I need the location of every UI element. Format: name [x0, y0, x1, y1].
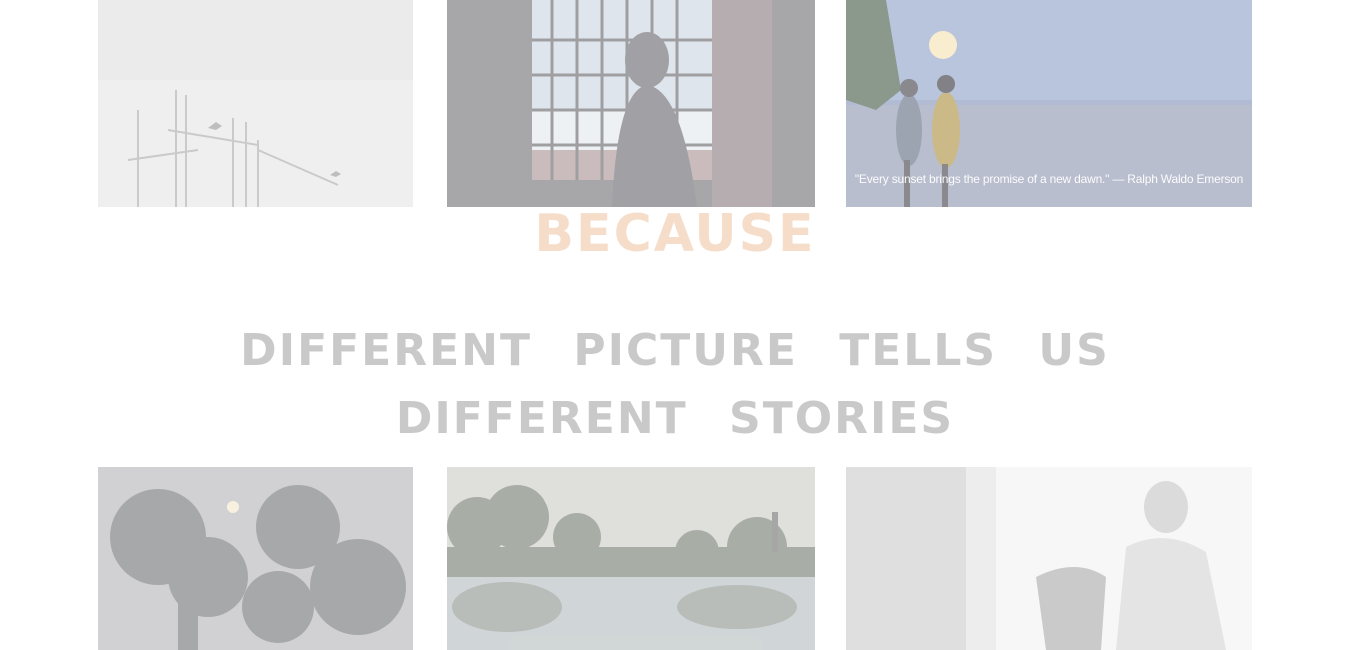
gallery-photo-bench[interactable]	[846, 467, 1252, 650]
tagline-line-1: DIFFERENT PICTURE TELLS US	[240, 325, 1110, 376]
gallery-photo-sunset[interactable]: "Every sunset brings the promise of a ne…	[846, 0, 1252, 207]
gallery-photo-birds[interactable]	[98, 0, 413, 207]
photo-overlay	[447, 467, 815, 650]
gallery-photo-tree[interactable]	[98, 467, 413, 650]
photo-overlay	[846, 467, 1252, 650]
photo-overlay	[98, 467, 413, 650]
because-heading: BECAUSE	[534, 204, 816, 264]
photo-overlay	[447, 0, 815, 207]
photo-overlay	[98, 0, 413, 207]
sunset-quote-caption: "Every sunset brings the promise of a ne…	[854, 172, 1244, 186]
tagline-line-2: DIFFERENT STORIES	[395, 393, 955, 444]
gallery-photo-window[interactable]	[447, 0, 815, 207]
gallery-photo-lake[interactable]	[447, 467, 815, 650]
